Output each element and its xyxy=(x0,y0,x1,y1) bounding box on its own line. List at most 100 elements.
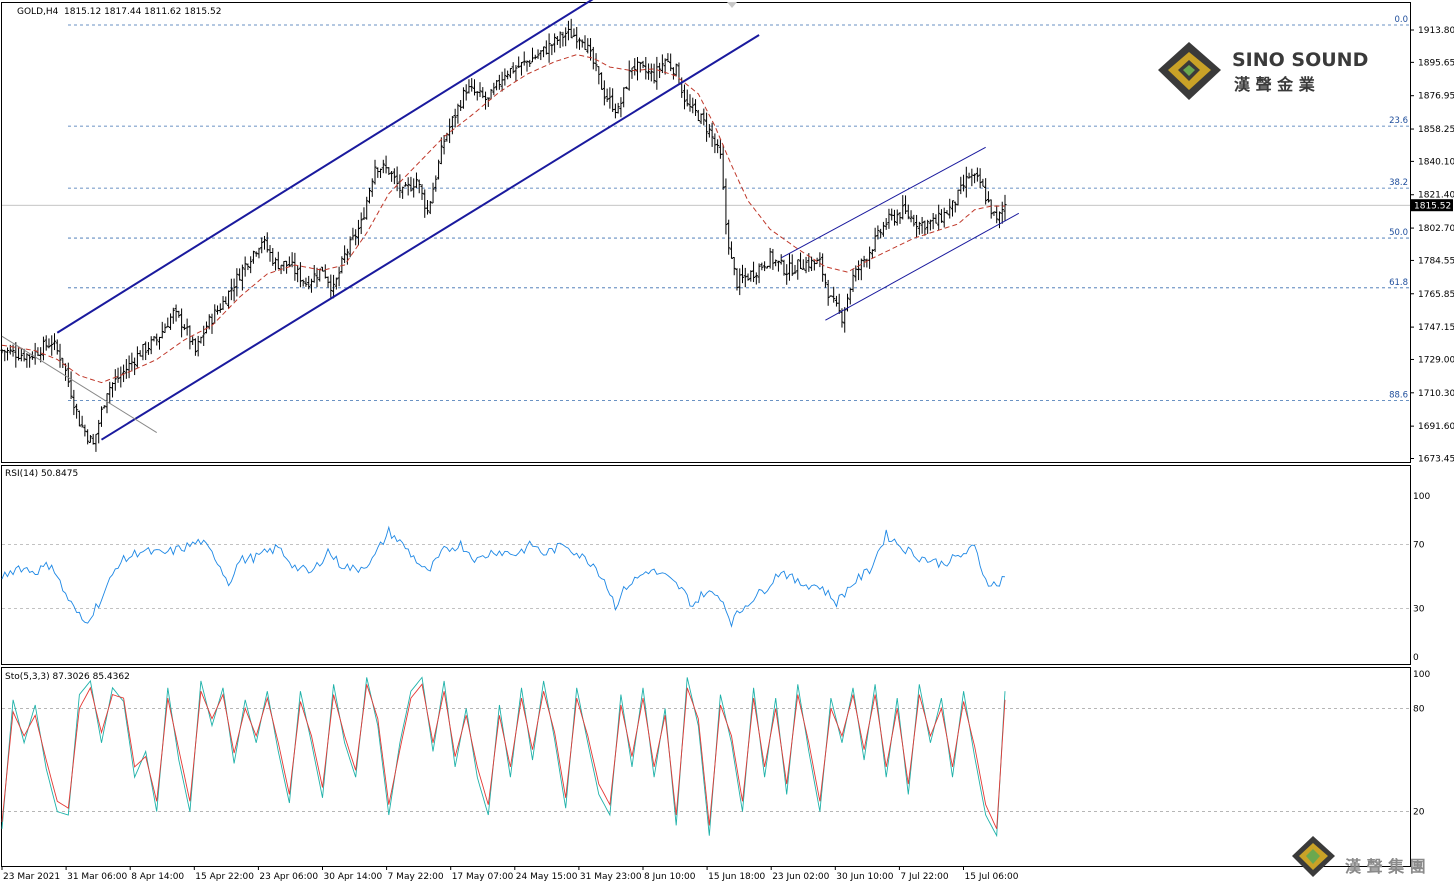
ohlc-bar xyxy=(102,405,106,409)
ohlc-bar xyxy=(320,266,325,272)
ohlc-bar xyxy=(392,168,396,185)
ohlc-bar xyxy=(597,66,601,85)
ohlc-bar xyxy=(602,80,606,106)
ohlc-bar xyxy=(757,263,761,284)
ohlc-bar xyxy=(956,189,960,206)
ohlc-bar xyxy=(146,342,151,355)
ohlc-bar xyxy=(58,343,62,368)
channel-up-lower xyxy=(100,34,760,441)
time-tick-label: 7 May 22:00 xyxy=(388,872,444,882)
ohlc-bar xyxy=(646,63,651,80)
ohlc-bar xyxy=(702,108,706,126)
ohlc-bar xyxy=(939,209,944,223)
ohlc-bar xyxy=(52,333,57,351)
ohlc-bar xyxy=(475,91,479,101)
ohlc-bar xyxy=(832,286,836,303)
pane-frames xyxy=(1,2,1411,867)
ohlc-bar xyxy=(461,87,466,109)
ohlc-bar xyxy=(340,256,344,274)
time-tick-label: 24 May 15:00 xyxy=(516,872,578,882)
ohlc-bar xyxy=(774,259,778,267)
ohlc-bar xyxy=(16,347,21,361)
ohlc-bar xyxy=(608,87,612,109)
price-tick-label: 1858.25 xyxy=(1418,125,1454,135)
ohlc-bar xyxy=(926,219,930,234)
ohlc-bar xyxy=(168,313,173,330)
ohlc-bar xyxy=(436,159,441,180)
ohlc-bar xyxy=(191,336,195,345)
ohlc-bar xyxy=(431,182,435,204)
ohlc-bar xyxy=(572,28,576,38)
ohlc-bar xyxy=(348,236,352,258)
ohlc-bar xyxy=(978,168,982,189)
stoch-pane-frame xyxy=(1,667,1411,867)
ohlc-bar xyxy=(260,237,264,254)
ohlc-bar xyxy=(931,212,935,230)
ohlc-bar xyxy=(514,65,518,82)
ohlc-bar xyxy=(541,46,546,58)
ohlc-bar xyxy=(785,264,789,285)
price-tick-label: 1913.80 xyxy=(1418,26,1454,36)
ohlc-bar xyxy=(453,108,457,128)
candlesticks xyxy=(0,18,1007,452)
ohlc-bar xyxy=(851,268,855,292)
ohlc-bar xyxy=(718,138,723,159)
ohlc-bar xyxy=(243,256,247,277)
ohlc-bar xyxy=(47,338,51,349)
ohlc-bar xyxy=(110,382,115,398)
ohlc-bar xyxy=(238,268,242,281)
ohlc-bar xyxy=(3,349,7,362)
ohlc-bar xyxy=(182,324,186,331)
ohlc-bar xyxy=(964,166,968,198)
ohlc-bar xyxy=(619,97,623,118)
ohlc-bar xyxy=(823,273,827,288)
ohlc-bar xyxy=(804,256,808,274)
ohlc-bar xyxy=(997,211,1002,229)
ohlc-bar xyxy=(793,264,797,275)
ohlc-bar xyxy=(370,178,374,197)
ohlc-bar xyxy=(539,50,543,61)
ohlc-bar xyxy=(135,346,139,368)
ohlc-bar xyxy=(113,369,117,391)
ohlc-bar xyxy=(116,367,120,383)
ohlc-bar xyxy=(88,435,93,444)
ohlc-bar xyxy=(276,251,280,270)
dropdown-marker-icon[interactable] xyxy=(727,2,737,8)
ohlc-bar xyxy=(271,248,275,266)
ohlc-bar xyxy=(124,359,128,379)
ohlc-bar xyxy=(470,78,474,92)
ohlc-bar xyxy=(406,177,410,196)
ohlc-bar xyxy=(414,172,419,188)
ohlc-bar xyxy=(536,49,540,59)
trend-channels xyxy=(1,0,1020,441)
ohlc-bar xyxy=(0,349,4,354)
ohlc-bar xyxy=(699,113,703,125)
ohlc-bar xyxy=(226,290,231,309)
time-tick-label: 23 Mar 2021 xyxy=(3,872,60,882)
ohlc-bar xyxy=(354,229,358,246)
ohlc-bar xyxy=(688,94,692,112)
ohlc-bar xyxy=(671,67,676,80)
rsi-tick-label: 70 xyxy=(1413,540,1425,550)
ohlc-bar xyxy=(478,82,482,98)
ohlc-bar xyxy=(906,204,910,220)
ohlc-bar xyxy=(691,97,695,114)
ohlc-bar xyxy=(232,278,236,302)
fib-label: 50.0 xyxy=(1389,228,1408,238)
ohlc-bar xyxy=(41,336,46,361)
ohlc-bar xyxy=(224,296,228,305)
ohlc-bar xyxy=(903,195,908,215)
ohlc-bar xyxy=(180,308,184,338)
price-tick-label: 1747.15 xyxy=(1418,323,1454,333)
ohlc-bar xyxy=(660,54,664,74)
ohlc-bar xyxy=(561,31,565,47)
ohlc-bar xyxy=(157,336,162,350)
ohlc-bar xyxy=(887,208,891,229)
ohlc-bar xyxy=(553,33,557,53)
ohlc-bar xyxy=(749,270,753,282)
footer-logo: 漢 聲 集 團 xyxy=(1292,836,1426,877)
ohlc-bar xyxy=(5,347,10,361)
ohlc-bar xyxy=(312,265,316,283)
time-tick-label: 7 Jul 22:00 xyxy=(900,872,949,882)
ohlc-bar xyxy=(389,171,394,182)
